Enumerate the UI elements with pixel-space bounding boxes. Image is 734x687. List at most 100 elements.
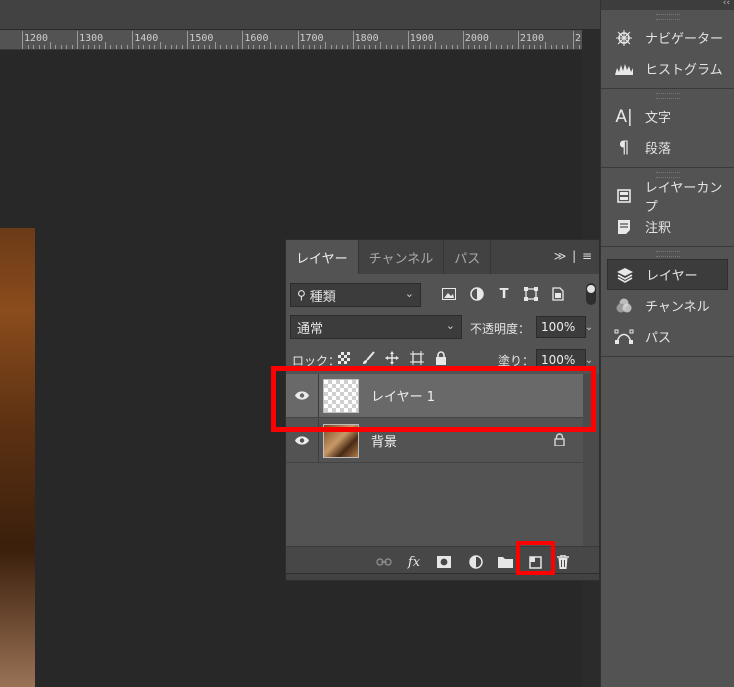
ruler-minor-tick	[523, 45, 525, 49]
ruler-minor-tick	[396, 45, 398, 49]
collapse-dock-icon[interactable]: ‹‹	[723, 0, 730, 8]
ruler-minor-tick	[506, 45, 508, 49]
chevron-down-icon: ⌄	[445, 319, 455, 332]
dock-item-label: ナビゲーター	[645, 32, 724, 47]
opacity-dropdown-icon[interactable]: ⌄	[582, 316, 596, 338]
filter-smart-object-icon[interactable]	[548, 284, 568, 304]
link-layers-icon[interactable]	[374, 552, 394, 572]
ruler-minor-tick	[490, 42, 492, 49]
ruler-minor-tick	[143, 45, 145, 49]
filter-type-icon[interactable]: T	[494, 284, 514, 304]
ruler-minor-tick	[473, 45, 475, 49]
paths-icon	[613, 327, 635, 347]
adjustment-layer-icon[interactable]	[466, 552, 486, 572]
ruler-minor-tick	[484, 45, 486, 49]
blend-mode-select[interactable]: 通常 ⌄	[290, 315, 462, 339]
lock-position-icon[interactable]	[384, 350, 400, 366]
ruler-minor-tick	[110, 45, 112, 49]
ruler-minor-tick	[534, 45, 536, 49]
tab-layers[interactable]: レイヤー	[286, 240, 359, 274]
ruler-major-tick	[22, 31, 23, 49]
ruler-minor-tick	[325, 42, 327, 49]
lock-image-pixels-icon[interactable]	[360, 350, 376, 366]
dock-item-layers[interactable]: レイヤー	[607, 259, 728, 290]
dock-header: ‹‹	[601, 0, 734, 10]
ruler-minor-tick	[198, 45, 200, 49]
ruler-minor-tick	[275, 45, 277, 49]
layer-name[interactable]: 背景	[371, 431, 397, 450]
ruler-minor-tick	[209, 45, 211, 49]
ruler-label: 2000	[464, 33, 489, 44]
lock-transparent-pixels-icon[interactable]	[336, 350, 352, 366]
dock-item-character[interactable]: A| 文字	[601, 101, 734, 132]
ruler-minor-tick	[578, 45, 580, 49]
dock-item-label: ヒストグラム	[645, 63, 723, 78]
filter-toggle[interactable]	[586, 283, 596, 305]
ruler-minor-tick	[154, 45, 156, 49]
filter-pixel-icon[interactable]	[439, 284, 459, 304]
ruler-minor-tick	[165, 45, 167, 49]
ruler-label: 1500	[189, 33, 214, 44]
highlight-new-layer-button	[516, 541, 555, 575]
ruler-minor-tick	[236, 45, 238, 49]
tab-channels[interactable]: チャンネル	[359, 240, 445, 274]
filter-shape-icon[interactable]	[521, 284, 541, 304]
visibility-eye-icon[interactable]	[286, 436, 318, 445]
tab-paths[interactable]: パス	[444, 240, 492, 274]
paragraph-icon: ¶	[618, 137, 630, 158]
ruler-minor-tick	[369, 45, 371, 49]
ruler-minor-tick	[347, 45, 349, 49]
dock-group-type: A| 文字 ¶ 段落	[601, 89, 734, 168]
layer-lock-icon[interactable]	[554, 433, 565, 449]
ruler-minor-tick	[126, 45, 128, 49]
ruler-minor-tick	[457, 45, 459, 49]
dock-item-layer-comps[interactable]: レイヤーカンプ	[601, 180, 734, 215]
panel-tabs: レイヤー チャンネル パス ≫ | ≡	[286, 240, 599, 274]
ruler-major-tick	[462, 31, 464, 49]
lock-all-icon[interactable]	[433, 350, 449, 366]
group-grip[interactable]	[655, 14, 680, 20]
search-icon: ⚲	[297, 288, 306, 302]
ruler-major-tick	[132, 31, 134, 49]
delete-layer-icon[interactable]	[553, 552, 573, 572]
character-icon: A|	[615, 106, 633, 127]
ruler-minor-tick	[341, 45, 343, 49]
group-grip[interactable]	[655, 93, 680, 99]
filter-adjustment-icon[interactable]	[467, 284, 487, 304]
add-mask-icon[interactable]	[434, 552, 454, 572]
new-group-icon[interactable]	[495, 552, 515, 572]
ruler-minor-tick	[380, 42, 382, 49]
ruler-minor-tick	[556, 45, 558, 49]
panel-menu-icon[interactable]: ≫ | ≡	[554, 249, 593, 263]
dock-item-navigator[interactable]: ナビゲーター	[601, 22, 734, 53]
dock-item-channels[interactable]: チャンネル	[601, 290, 734, 321]
horizontal-ruler[interactable]: 1200 1300 1400 1500 1600 1700 1800 1900 2000 2100…	[0, 30, 582, 50]
ruler-minor-tick	[358, 45, 360, 49]
ruler-minor-tick	[181, 45, 183, 49]
dock-item-label: チャンネル	[645, 300, 710, 315]
ruler-minor-tick	[258, 45, 260, 49]
ruler-minor-tick	[501, 45, 503, 49]
layer-style-icon[interactable]: fx	[404, 552, 424, 572]
opacity-input[interactable]: 100%	[536, 316, 586, 338]
dock-item-notes[interactable]: 注釈	[601, 211, 734, 242]
ruler-minor-tick	[49, 42, 51, 49]
lock-artboard-icon[interactable]	[409, 350, 425, 366]
ruler-minor-tick	[468, 45, 470, 49]
canvas-photo[interactable]	[0, 228, 35, 687]
group-grip[interactable]	[655, 251, 680, 257]
dock-item-histogram[interactable]: ヒストグラム	[601, 53, 734, 84]
ruler-minor-tick	[192, 45, 194, 49]
filter-kind-select[interactable]: ⚲ 種類 ⌄	[290, 283, 421, 307]
ruler-minor-tick	[451, 45, 453, 49]
ruler-minor-tick	[435, 42, 437, 49]
dock-item-paths[interactable]: パス	[601, 321, 734, 352]
dock-item-paragraph[interactable]: ¶ 段落	[601, 132, 734, 163]
ruler-minor-tick	[336, 45, 338, 49]
ruler-minor-tick	[512, 45, 514, 49]
ruler-minor-tick	[247, 45, 249, 49]
dock-item-label: パス	[645, 331, 672, 346]
notes-icon	[613, 217, 635, 237]
ruler-minor-tick	[402, 45, 404, 49]
ruler-major-tick	[517, 31, 519, 49]
